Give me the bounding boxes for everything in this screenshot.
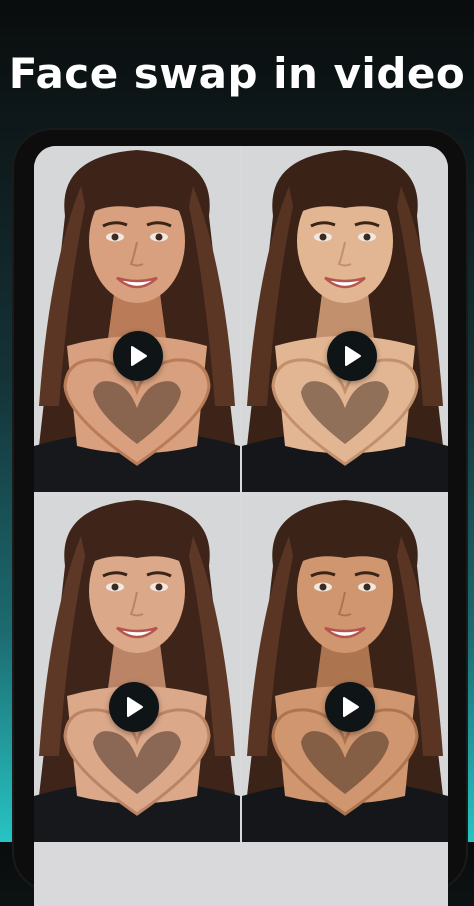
portrait-image (34, 146, 240, 492)
video-thumbnail-4[interactable] (242, 496, 448, 842)
video-grid (34, 146, 448, 906)
iris-left (319, 583, 327, 591)
iris-right (363, 233, 371, 241)
play-button[interactable] (109, 682, 159, 732)
iris-right (363, 583, 371, 591)
video-thumbnail-1[interactable] (34, 146, 240, 492)
play-icon (343, 697, 359, 717)
iris-right (155, 233, 163, 241)
iris-left (319, 233, 327, 241)
iris-right (155, 583, 163, 591)
play-icon (131, 346, 147, 366)
portrait-image (242, 146, 448, 492)
play-icon (345, 346, 361, 366)
headline: Face swap in video (8, 49, 466, 98)
portrait-image (242, 496, 448, 842)
video-thumbnail-2[interactable] (242, 146, 448, 492)
iris-left (111, 583, 119, 591)
portrait-image (34, 496, 240, 842)
play-button[interactable] (325, 682, 375, 732)
iris-left (111, 233, 119, 241)
phone-mockup (14, 130, 466, 906)
play-button[interactable] (113, 331, 163, 381)
play-icon (127, 697, 143, 717)
play-button[interactable] (327, 331, 377, 381)
video-thumbnail-3[interactable] (34, 496, 240, 842)
